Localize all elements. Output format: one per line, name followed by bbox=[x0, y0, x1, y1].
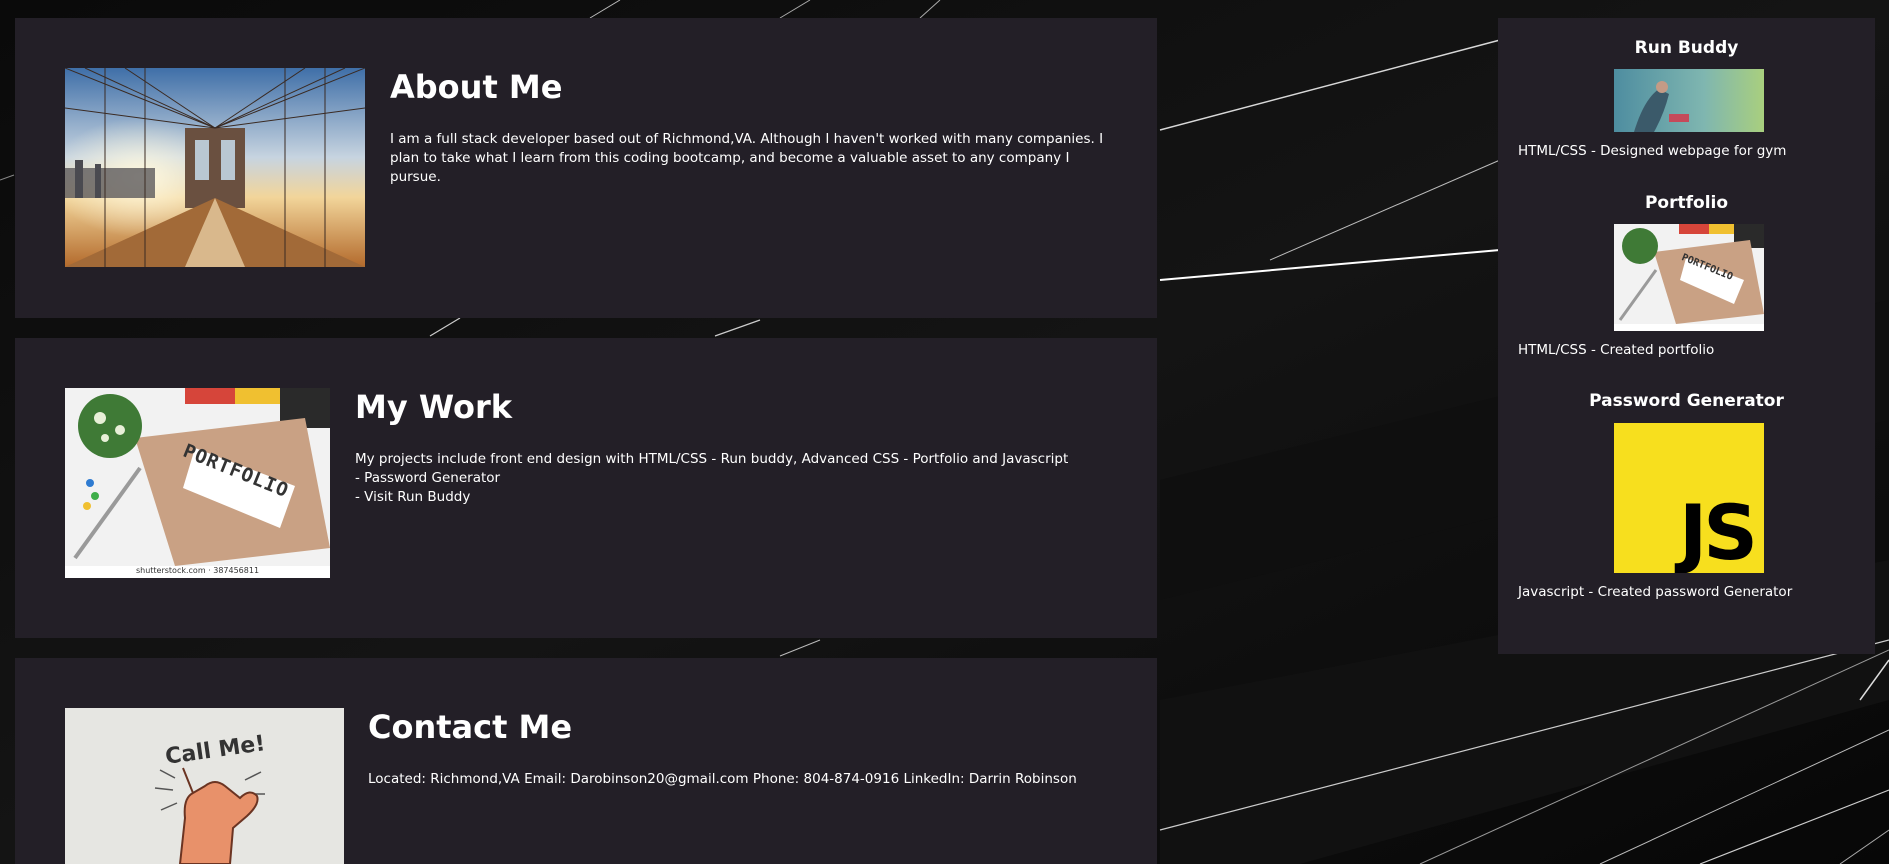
js-logo-thumbnail[interactable]: JS bbox=[1614, 423, 1764, 573]
shutterstock-caption: shutterstock.com · 387456811 bbox=[135, 566, 260, 575]
portfolio-notebook-photo: PORTFOLIO shutterstock.com · 387456811 bbox=[65, 388, 330, 578]
contact-section: Call Me! Contact Me Located: Richmond,VA… bbox=[15, 658, 1157, 864]
project-title-password-generator: Password Generator bbox=[1589, 391, 1784, 411]
work-text-line: My projects include front end design wit… bbox=[355, 451, 1069, 486]
about-text: I am a full stack developer based out of… bbox=[390, 131, 1104, 185]
bridge-photo bbox=[65, 68, 365, 267]
work-title: My Work bbox=[355, 388, 513, 426]
call-me-hand-photo: Call Me! bbox=[65, 708, 344, 864]
portfolio-thumbnail[interactable]: PORTFOLIO bbox=[1614, 224, 1764, 331]
work-section: PORTFOLIO shutterstock.com · 387456811 M… bbox=[15, 338, 1157, 638]
project-desc-password-generator: Javascript - Created password Generator bbox=[1518, 584, 1793, 600]
js-logo-text: JS bbox=[1678, 488, 1758, 573]
run-buddy-link[interactable]: - Visit Run Buddy bbox=[355, 488, 1075, 507]
project-title-portfolio: Portfolio bbox=[1644, 193, 1729, 213]
runner-thumbnail[interactable] bbox=[1614, 69, 1764, 132]
project-desc-portfolio: HTML/CSS - Created portfolio bbox=[1518, 342, 1715, 358]
projects-sidebar: Run Buddy HTML/CSS - Designed webpage fo… bbox=[1498, 18, 1875, 654]
work-text: My projects include front end design wit… bbox=[355, 450, 1075, 507]
contact-text: Located: Richmond,VA Email: Darobinson20… bbox=[368, 771, 1077, 787]
about-section: About Me I am a full stack developer bas… bbox=[15, 18, 1157, 318]
project-desc-run-buddy: HTML/CSS - Designed webpage for gym bbox=[1518, 143, 1787, 159]
about-title: About Me bbox=[390, 68, 563, 106]
project-title-run-buddy: Run Buddy bbox=[1634, 38, 1739, 58]
contact-title: Contact Me bbox=[368, 708, 573, 746]
